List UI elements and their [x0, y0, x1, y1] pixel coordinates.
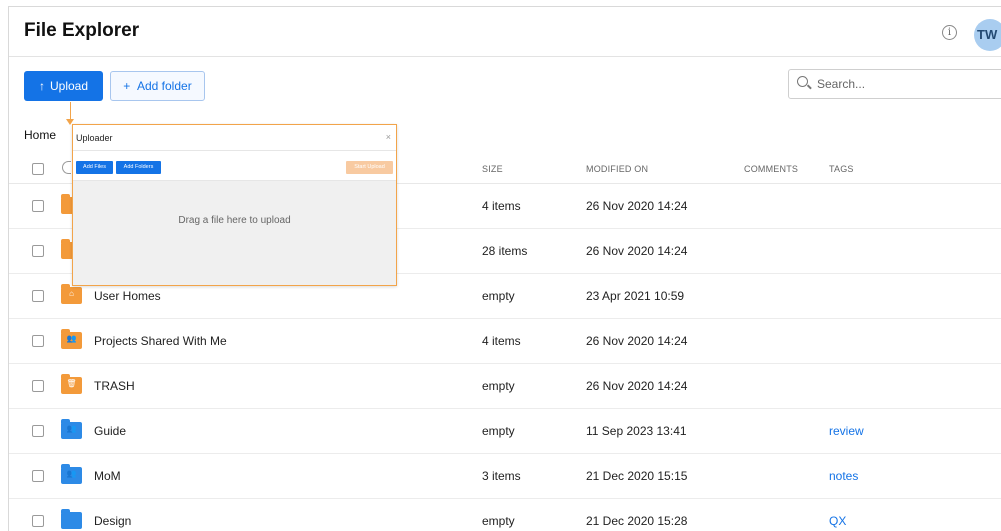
row-checkbox[interactable] [32, 470, 44, 482]
table-row[interactable]: 🗑 TRASH empty 26 Nov 2020 14:24 [9, 364, 1001, 409]
shared-folder-icon: 👥 [61, 329, 82, 349]
row-name[interactable]: TRASH [94, 379, 135, 393]
row-name[interactable]: Design [94, 514, 131, 528]
row-modified: 26 Nov 2020 14:24 [586, 379, 688, 393]
avatar[interactable]: TW [974, 19, 1001, 51]
row-modified: 26 Nov 2020 14:24 [586, 334, 688, 348]
row-modified: 26 Nov 2020 14:24 [586, 244, 688, 258]
drop-zone-text[interactable]: Drag a file here to upload [73, 215, 396, 226]
row-name[interactable]: MoM [94, 469, 121, 483]
row-checkbox[interactable] [32, 380, 44, 392]
row-size: empty [482, 514, 515, 528]
add-folder-label: Add folder [136, 79, 192, 93]
row-size: 28 items [482, 244, 528, 258]
folder-icon [61, 509, 82, 529]
row-size: 4 items [482, 199, 521, 213]
start-upload-button[interactable]: Start Upload [346, 161, 393, 174]
plus-icon: + [123, 79, 131, 93]
select-all-checkbox[interactable] [32, 163, 44, 175]
row-name[interactable]: Guide [94, 424, 126, 438]
file-explorer-window: File Explorer i TW ↑ Upload + Add folder … [8, 6, 1001, 531]
row-checkbox[interactable] [32, 245, 44, 257]
upload-icon: ↑ [38, 79, 45, 93]
search-icon [797, 76, 808, 87]
row-size: empty [482, 289, 515, 303]
trash-folder-icon: 🗑 [61, 374, 82, 394]
uploader-panel: Uploader × Add Files Add Folders Start U… [72, 124, 397, 286]
row-size: empty [482, 379, 515, 393]
search-placeholder: Search... [817, 77, 866, 91]
row-checkbox[interactable] [32, 335, 44, 347]
row-modified: 26 Nov 2020 14:24 [586, 199, 688, 213]
uploader-title: Uploader [76, 133, 113, 143]
row-size: 3 items [482, 469, 521, 483]
close-icon[interactable]: × [386, 132, 391, 142]
column-size[interactable]: SIZE [482, 164, 503, 174]
row-size: empty [482, 424, 515, 438]
row-modified: 21 Dec 2020 15:28 [586, 514, 688, 528]
add-folders-button[interactable]: Add Folders [116, 161, 161, 174]
home-folder-icon: ⌂ [61, 284, 82, 304]
row-tag[interactable]: notes [829, 469, 858, 483]
row-modified: 11 Sep 2023 13:41 [586, 424, 687, 438]
table-row[interactable]: Design empty 21 Dec 2020 15:28 QX [9, 499, 1001, 531]
shared-folder-icon: 👥 [61, 419, 82, 439]
row-checkbox[interactable] [32, 200, 44, 212]
info-icon[interactable]: i [942, 25, 957, 40]
column-modified[interactable]: MODIFIED ON [586, 164, 648, 174]
column-comments[interactable]: COMMENTS [744, 164, 798, 174]
header: File Explorer i TW [9, 7, 1001, 57]
page-title: File Explorer [24, 20, 140, 41]
row-size: 4 items [482, 334, 521, 348]
breadcrumb[interactable]: Home [24, 128, 56, 142]
table-row[interactable]: 👥 MoM 3 items 21 Dec 2020 15:15 notes [9, 454, 1001, 499]
add-files-button[interactable]: Add Files [76, 161, 113, 174]
column-tags[interactable]: TAGS [829, 164, 854, 174]
table-row[interactable]: 👥 Guide empty 11 Sep 2023 13:41 review [9, 409, 1001, 454]
shared-folder-icon: 👥 [61, 464, 82, 484]
table-row[interactable]: 👥 Projects Shared With Me 4 items 26 Nov… [9, 319, 1001, 364]
uploader-header: Uploader × [73, 125, 396, 151]
row-tag[interactable]: QX [829, 514, 846, 528]
add-folder-button[interactable]: + Add folder [110, 71, 205, 101]
uploader-toolbar: Add Files Add Folders Start Upload [73, 151, 396, 181]
row-name[interactable]: User Homes [94, 289, 161, 303]
row-checkbox[interactable] [32, 515, 44, 527]
row-modified: 23 Apr 2021 10:59 [586, 289, 685, 303]
search-input[interactable]: Search... [788, 69, 1001, 99]
sort-icon[interactable] [62, 161, 71, 174]
row-tag[interactable]: review [829, 424, 864, 438]
upload-label: Upload [49, 79, 89, 93]
row-name[interactable]: Projects Shared With Me [94, 334, 227, 348]
row-checkbox[interactable] [32, 290, 44, 302]
row-checkbox[interactable] [32, 425, 44, 437]
row-modified: 21 Dec 2020 15:15 [586, 469, 688, 483]
upload-button[interactable]: ↑ Upload [24, 71, 103, 101]
